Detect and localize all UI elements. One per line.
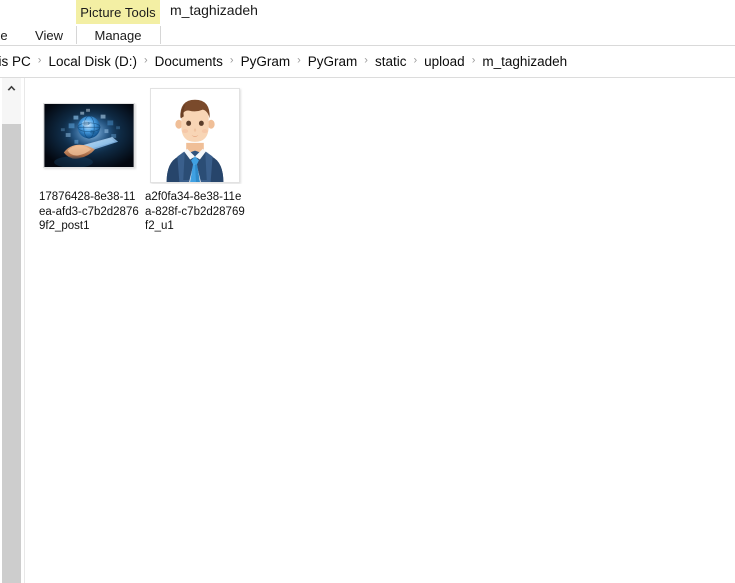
- breadcrumb-item-this-pc[interactable]: his PC: [0, 54, 35, 69]
- picture-tools-contextual-header: Picture Tools: [76, 0, 160, 24]
- scroll-up-button[interactable]: [2, 78, 21, 124]
- tab-divider-left: [76, 26, 77, 44]
- breadcrumb-item-documents[interactable]: Documents: [151, 54, 227, 69]
- items-grid: 17876428-8e38-11ea-afd3-c7b2d28769f2_pos…: [36, 84, 735, 238]
- breadcrumb-separator-icon[interactable]: ›: [227, 55, 237, 67]
- file-name-label: 17876428-8e38-11ea-afd3-c7b2d28769f2_pos…: [39, 191, 139, 233]
- file-name-label: a2f0fa34-8e38-11ea-828f-c7b2d28769f2_u1: [145, 191, 245, 233]
- thumbnail-container: [147, 86, 243, 184]
- picture-tools-label: Picture Tools: [80, 4, 156, 20]
- tab-manage[interactable]: Manage: [76, 24, 160, 46]
- breadcrumb-item-upload[interactable]: upload: [420, 54, 469, 69]
- content-region: 17876428-8e38-11ea-afd3-c7b2d28769f2_pos…: [0, 78, 735, 583]
- breadcrumb: his PC › Local Disk (D:) › Documents › P…: [0, 54, 571, 69]
- breadcrumb-separator-icon[interactable]: ›: [469, 55, 479, 67]
- tab-divider-right: [160, 26, 161, 44]
- breadcrumb-separator-icon[interactable]: ›: [35, 55, 45, 67]
- photo-thumbnail-dark-tech-globe: [43, 102, 135, 168]
- navigation-pane-scrollbar[interactable]: [0, 78, 21, 583]
- file-item[interactable]: a2f0fa34-8e38-11ea-828f-c7b2d28769f2_u1: [142, 84, 248, 238]
- chevron-up-icon: [7, 85, 16, 91]
- breadcrumb-separator-icon[interactable]: ›: [410, 55, 420, 67]
- address-bar[interactable]: his PC › Local Disk (D:) › Documents › P…: [0, 46, 735, 77]
- breadcrumb-item-m-taghizadeh[interactable]: m_taghizadeh: [478, 54, 571, 69]
- tab-file[interactable]: e: [0, 24, 14, 46]
- avatar-thumbnail-man-in-suit: [150, 87, 240, 183]
- file-explorer-window: Picture Tools m_taghizadeh e View Manage…: [0, 0, 735, 583]
- breadcrumb-item-static[interactable]: static: [371, 54, 411, 69]
- tab-view[interactable]: View: [28, 24, 70, 46]
- breadcrumb-item-pygram-1[interactable]: PyGram: [237, 54, 295, 69]
- window-title: m_taghizadeh: [170, 2, 258, 18]
- breadcrumb-separator-icon[interactable]: ›: [361, 55, 371, 67]
- breadcrumb-separator-icon[interactable]: ›: [294, 55, 304, 67]
- breadcrumb-item-local-disk-d[interactable]: Local Disk (D:): [44, 54, 141, 69]
- scrollbar-thumb[interactable]: [2, 124, 21, 583]
- ribbon-tab-strip: e View Manage: [0, 24, 735, 46]
- items-view[interactable]: 17876428-8e38-11ea-afd3-c7b2d28769f2_pos…: [25, 78, 735, 583]
- breadcrumb-separator-icon[interactable]: ›: [141, 55, 151, 67]
- breadcrumb-item-pygram-2[interactable]: PyGram: [304, 54, 362, 69]
- thumbnail-container: [41, 86, 137, 184]
- file-item[interactable]: 17876428-8e38-11ea-afd3-c7b2d28769f2_pos…: [36, 84, 142, 238]
- ribbon: Picture Tools m_taghizadeh e View Manage: [0, 0, 735, 46]
